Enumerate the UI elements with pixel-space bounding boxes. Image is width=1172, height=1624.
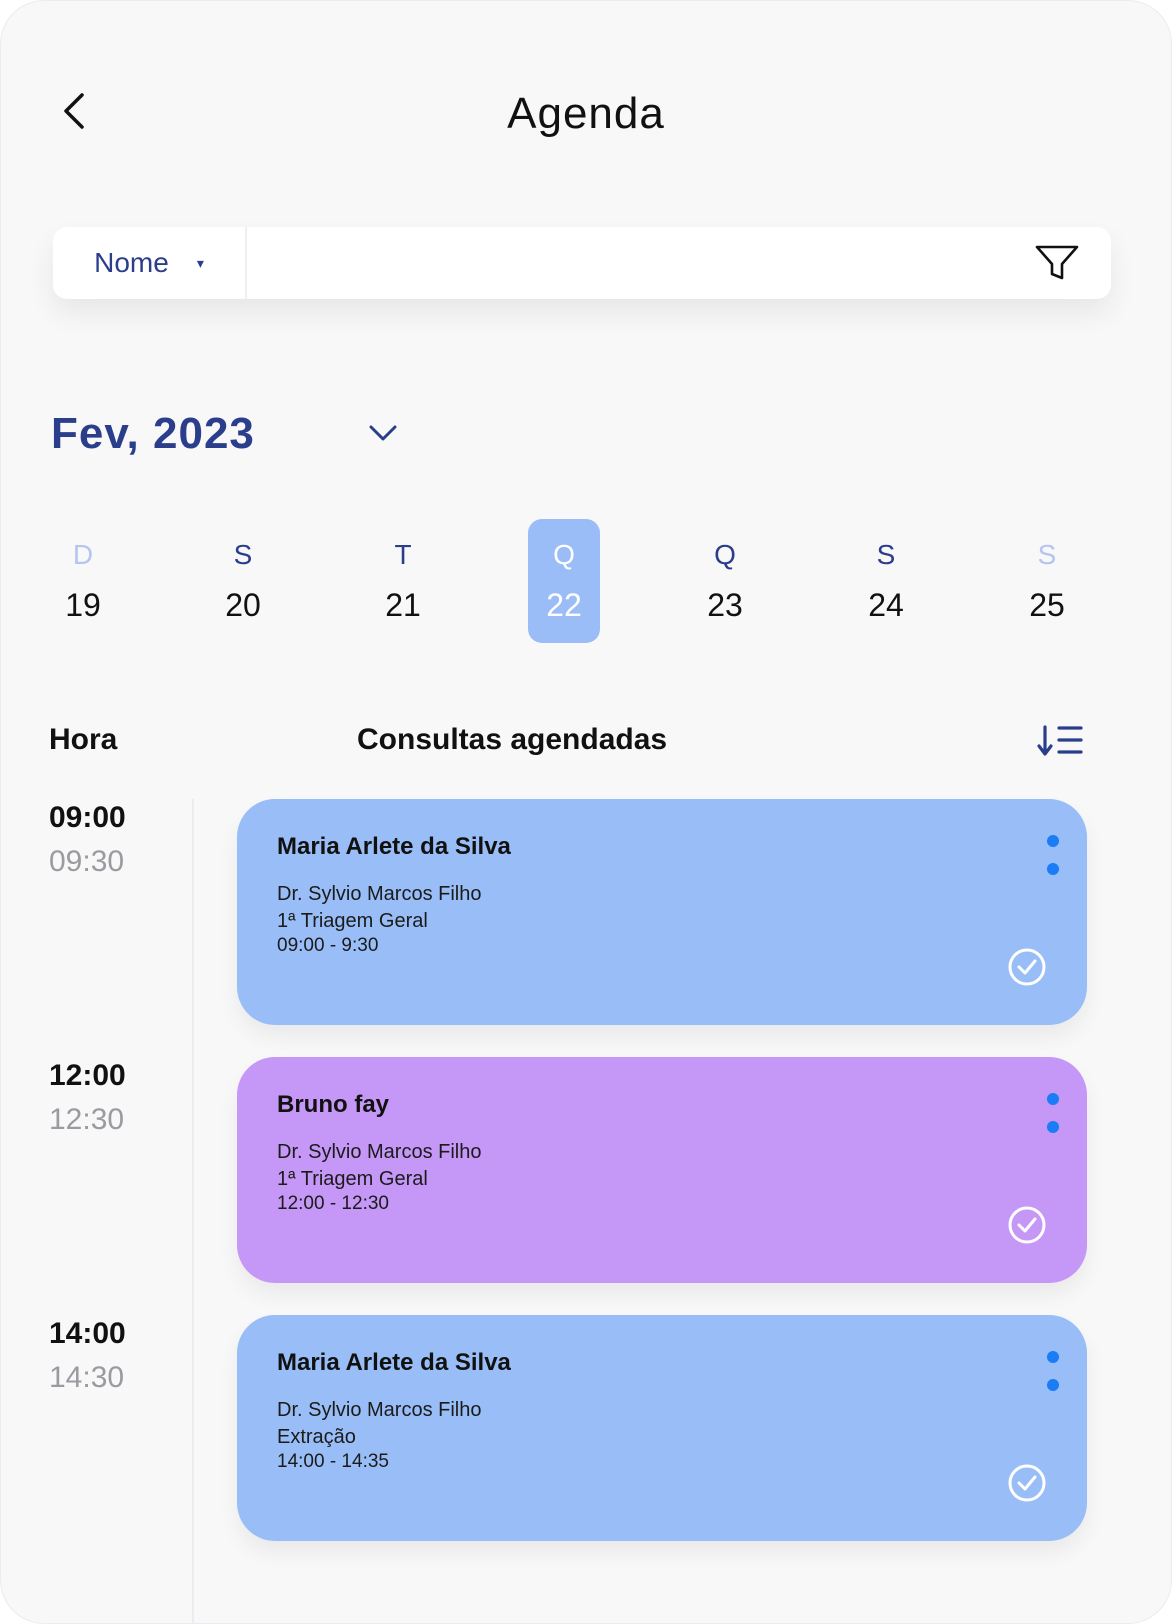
appointments-column-header: Consultas agendadas [357, 723, 668, 756]
day-25[interactable]: S 25 [1011, 519, 1083, 643]
more-options-button[interactable] [1041, 833, 1065, 877]
day-number-label: 19 [65, 587, 101, 623]
day-of-week-label: S [233, 539, 253, 570]
more-options-button[interactable] [1041, 1091, 1065, 1135]
patient-name: Maria Arlete da Silva [277, 833, 511, 860]
timeline-divider [192, 799, 194, 1623]
hour-column-header: Hora [49, 723, 118, 756]
patient-name: Maria Arlete da Silva [277, 1349, 511, 1376]
doctor-name: Dr. Sylvio Marcos Filho [277, 1141, 482, 1163]
filter-field-select[interactable]: Nome ▾ [53, 227, 247, 299]
day-21[interactable]: T 21 [367, 519, 439, 643]
day-23[interactable]: Q 23 [689, 519, 761, 643]
more-dots-icon [1047, 1121, 1059, 1133]
appointment-time-range: 09:00 - 9:30 [277, 935, 379, 956]
funnel-icon [1035, 245, 1079, 280]
appointment-time-range: 14:00 - 14:35 [277, 1451, 389, 1472]
slot-end-time: 14:30 [49, 1361, 125, 1394]
appointment-card[interactable]: Bruno fay Dr. Sylvio Marcos Filho 1ª Tri… [237, 1057, 1087, 1283]
procedure-name: 1ª Triagem Geral [277, 1168, 428, 1190]
slot-start-time: 09:00 [49, 801, 126, 834]
day-of-week-label: T [394, 539, 412, 570]
filter-field-value: Nome [94, 247, 169, 278]
doctor-name: Dr. Sylvio Marcos Filho [277, 883, 482, 905]
appointment-card[interactable]: Maria Arlete da Silva Dr. Sylvio Marcos … [237, 1315, 1087, 1541]
day-of-week-label: S [1037, 539, 1057, 570]
day-number-label: 23 [707, 587, 743, 623]
day-20[interactable]: S 20 [207, 519, 279, 643]
sort-button[interactable] [1035, 719, 1087, 763]
more-dots-icon [1047, 863, 1059, 875]
page-title: Agenda [507, 89, 665, 138]
day-number-label: 22 [546, 587, 582, 623]
doctor-name: Dr. Sylvio Marcos Filho [277, 1399, 482, 1421]
search-input[interactable] [247, 227, 1021, 299]
more-dots-icon [1047, 1351, 1059, 1363]
day-of-week-label: S [876, 539, 896, 570]
day-number-label: 21 [385, 587, 421, 623]
slot-start-time: 12:00 [49, 1059, 126, 1092]
caret-down-icon: ▾ [196, 254, 204, 271]
check-circle-icon[interactable] [1007, 1463, 1047, 1503]
agenda-screen: Agenda Nome ▾ Fev, 2023 D 19 S 20 T 21 Q 22 Q 23 S… [0, 0, 1172, 1624]
day-24[interactable]: S 24 [850, 519, 922, 643]
day-22[interactable]: Q 22 [528, 519, 600, 643]
day-of-week-label: Q [553, 539, 575, 570]
day-number-label: 20 [225, 587, 261, 623]
appointment-time-range: 12:00 - 12:30 [277, 1193, 389, 1214]
chevron-down-icon [369, 425, 397, 441]
procedure-name: 1ª Triagem Geral [277, 910, 428, 932]
day-19[interactable]: D 19 [47, 519, 119, 643]
slot-end-time: 12:30 [49, 1103, 125, 1136]
day-number-label: 25 [1029, 587, 1065, 623]
check-circle-icon[interactable] [1007, 1205, 1047, 1245]
day-of-week-label: D [72, 539, 94, 570]
more-options-button[interactable] [1041, 1349, 1065, 1393]
slot-start-time: 14:00 [49, 1317, 126, 1350]
day-of-week-label: Q [714, 539, 736, 570]
sort-descending-icon [1037, 725, 1083, 756]
more-dots-icon [1047, 1093, 1059, 1105]
month-label: Fev, 2023 [51, 409, 255, 458]
filter-button[interactable] [1021, 227, 1093, 299]
procedure-name: Extração [277, 1426, 356, 1448]
month-dropdown-button[interactable] [363, 413, 403, 453]
more-dots-icon [1047, 835, 1059, 847]
search-bar: Nome ▾ [53, 227, 1111, 299]
check-circle-icon[interactable] [1007, 947, 1047, 987]
day-number-label: 24 [868, 587, 904, 623]
patient-name: Bruno fay [277, 1091, 390, 1118]
slot-end-time: 09:30 [49, 845, 125, 878]
more-dots-icon [1047, 1379, 1059, 1391]
appointment-card[interactable]: Maria Arlete da Silva Dr. Sylvio Marcos … [237, 799, 1087, 1025]
